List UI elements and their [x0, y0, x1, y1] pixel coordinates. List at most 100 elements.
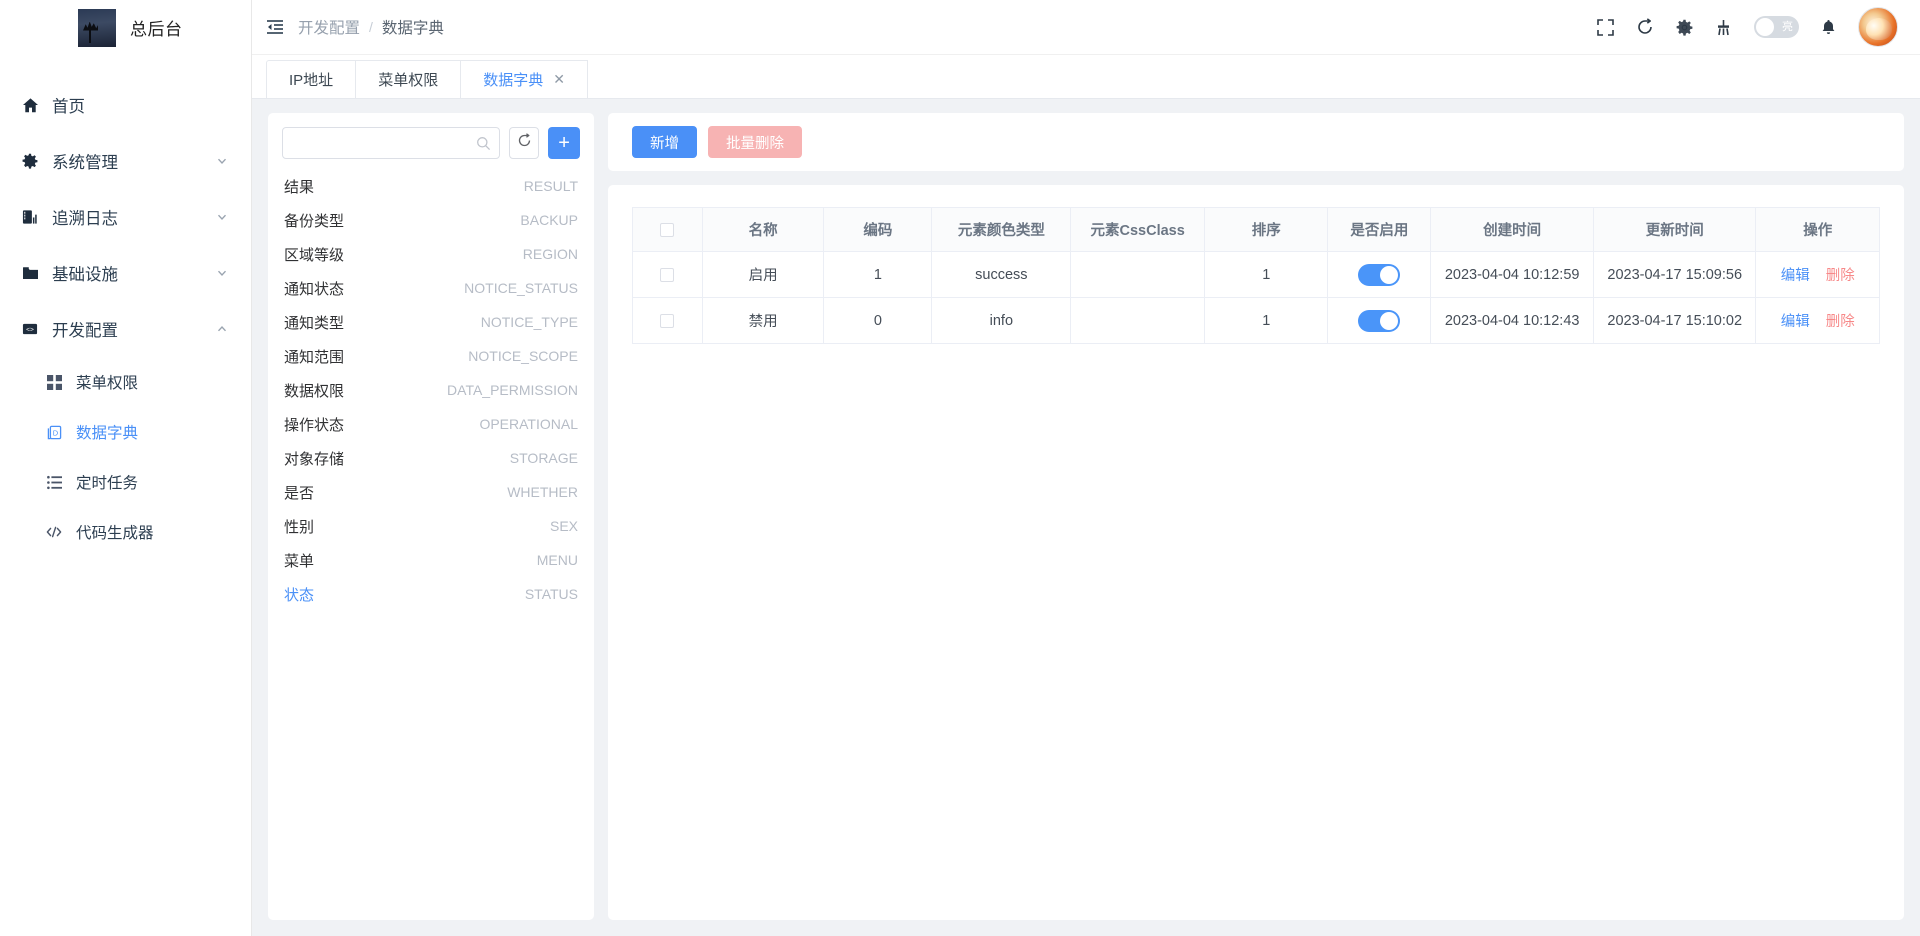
enabled-toggle[interactable] — [1358, 263, 1401, 286]
search-input[interactable] — [295, 135, 476, 151]
dictionary-list-item[interactable]: 结果 RESULT — [282, 169, 580, 203]
code-config-icon: <> — [20, 321, 40, 337]
sidebar-item-6[interactable]: D 数据字典 — [0, 407, 251, 457]
delete-link[interactable]: 删除 — [1826, 264, 1855, 285]
log-book-icon — [20, 209, 40, 225]
dictionary-list-item[interactable]: 数据权限 DATA_PERMISSION — [282, 373, 580, 407]
tab-label: 数据字典 — [483, 72, 544, 89]
cell-enabled[interactable] — [1327, 297, 1432, 344]
app-logo-image — [78, 8, 116, 47]
code-slash-icon — [44, 525, 64, 539]
svg-text:D: D — [52, 428, 58, 437]
gear-icon[interactable] — [1676, 19, 1693, 36]
theme-toggle-label: 亮 — [1782, 21, 1793, 33]
cell-actions: 编辑 删除 — [1755, 297, 1880, 344]
sidebar-item-3[interactable]: 基础设施 — [0, 245, 251, 301]
dictionary-item-name: 通知范围 — [284, 348, 345, 366]
dictionary-list-item[interactable]: 性别 SEX — [282, 509, 580, 543]
dictionary-add-button[interactable]: + — [548, 127, 580, 159]
data-table-card: 名称 编码 元素颜色类型 元素CssClass 排序 是否启用 创建时间 更新时间 操作 启用 1… — [608, 185, 1904, 920]
dictionary-list-item[interactable]: 通知状态 NOTICE_STATUS — [282, 271, 580, 305]
breadcrumb-item-1[interactable]: 数据字典 — [382, 16, 444, 38]
dictionary-item-code: SEX — [549, 518, 578, 534]
add-button[interactable]: 新增 — [632, 126, 697, 158]
table-header-cell: 更新时间 — [1592, 207, 1757, 252]
sidebar-item-1[interactable]: 系统管理 — [0, 133, 251, 189]
table-header-row: 名称 编码 元素颜色类型 元素CssClass 排序 是否启用 创建时间 更新时间 操作 — [632, 207, 1880, 252]
chevron-down-icon[interactable] — [215, 210, 229, 224]
dictionary-item-code: NOTICE_TYPE — [480, 314, 578, 330]
top-bar: 开发配置 / 数据字典 亮 — [252, 0, 1920, 55]
dictionary-item-name: 性别 — [284, 518, 315, 536]
fullscreen-icon[interactable] — [1597, 18, 1614, 36]
dictionary-list-item[interactable]: 操作状态 OPERATIONAL — [282, 407, 580, 441]
edit-link[interactable]: 编辑 — [1781, 264, 1810, 285]
table-header-cell: 是否启用 — [1327, 207, 1432, 252]
table-row: 启用 1 success 1 2023-04-04 10:12:59 2023-04-17… — [632, 251, 1880, 298]
row-checkbox-cell[interactable] — [632, 251, 703, 298]
edit-link[interactable]: 编辑 — [1781, 310, 1810, 331]
plus-icon: + — [558, 132, 570, 154]
table-header-cell: 操作 — [1755, 207, 1880, 252]
brand-logo[interactable]: 总后台 — [0, 0, 251, 55]
sidebar-item-label: 数据字典 — [76, 425, 139, 442]
tab-1[interactable]: 菜单权限 — [355, 60, 462, 98]
cell-color-type: success — [931, 251, 1072, 298]
table-body: 启用 1 success 1 2023-04-04 10:12:59 2023-04-17… — [632, 251, 1880, 344]
dictionary-list-item[interactable]: 对象存储 STORAGE — [282, 441, 580, 475]
cell-actions: 编辑 删除 — [1755, 251, 1880, 298]
dictionary-list-item[interactable]: 是否 WHETHER — [282, 475, 580, 509]
sidebar-item-label: 定时任务 — [76, 475, 139, 492]
dictionary-item-name: 通知状态 — [284, 280, 345, 298]
dictionary-item-code: MENU — [536, 552, 578, 568]
user-avatar[interactable] — [1858, 7, 1898, 47]
sidebar-item-8[interactable]: 代码生成器 — [0, 507, 251, 557]
dictionary-list-item[interactable]: 备份类型 BACKUP — [282, 203, 580, 237]
dictionary-item-name: 通知类型 — [284, 314, 345, 332]
breadcrumb-item-0[interactable]: 开发配置 — [298, 16, 360, 38]
close-icon[interactable]: ✕ — [553, 71, 565, 88]
tab-0[interactable]: IP地址 — [266, 60, 357, 98]
chevron-down-icon[interactable] — [215, 154, 229, 168]
row-checkbox[interactable] — [660, 313, 675, 328]
select-all-checkbox[interactable] — [660, 222, 675, 237]
dictionary-item-code: OPERATIONAL — [479, 416, 578, 432]
chevron-down-icon[interactable] — [215, 266, 229, 280]
dictionary-list-item[interactable]: 状态 STATUS — [282, 577, 580, 611]
batch-delete-button[interactable]: 批量删除 — [708, 126, 802, 158]
row-checkbox[interactable] — [660, 267, 675, 282]
dictionary-search-field[interactable] — [282, 127, 500, 159]
sidebar-item-label: 首页 — [52, 98, 85, 116]
enabled-toggle[interactable] — [1358, 309, 1401, 332]
sidebar-item-2[interactable]: 追溯日志 — [0, 189, 251, 245]
table-header-cell: 排序 — [1204, 207, 1329, 252]
chevron-up-icon[interactable] — [215, 322, 229, 336]
bell-icon[interactable] — [1821, 19, 1836, 36]
dictionary-list-item[interactable]: 菜单 MENU — [282, 543, 580, 577]
refresh-icon[interactable] — [1636, 18, 1654, 36]
cell-name: 禁用 — [701, 297, 825, 344]
sidebar-item-0[interactable]: 首页 — [0, 77, 251, 133]
tab-2[interactable]: 数据字典 ✕ — [460, 60, 588, 98]
sidebar-item-7[interactable]: 定时任务 — [0, 457, 251, 507]
select-all-checkbox-cell[interactable] — [632, 207, 703, 252]
menu-fold-icon[interactable] — [252, 0, 298, 55]
sidebar-item-label: 系统管理 — [52, 154, 118, 172]
toggle-knob — [1380, 265, 1399, 284]
dictionary-refresh-button[interactable] — [509, 127, 540, 159]
dictionary-list-item[interactable]: 区域等级 REGION — [282, 237, 580, 271]
dictionary-item-code: RESULT — [523, 178, 578, 194]
toggle-knob — [1380, 311, 1399, 330]
sidebar-item-4[interactable]: <> 开发配置 — [0, 301, 251, 357]
row-checkbox-cell[interactable] — [632, 297, 703, 344]
cell-created-at: 2023-04-04 10:12:43 — [1430, 297, 1594, 344]
dictionary-list-item[interactable]: 通知类型 NOTICE_TYPE — [282, 305, 580, 339]
dictionary-item-code: BACKUP — [520, 212, 578, 228]
cell-enabled[interactable] — [1327, 251, 1432, 298]
cell-sort: 1 — [1204, 297, 1329, 344]
dictionary-list-item[interactable]: 通知范围 NOTICE_SCOPE — [282, 339, 580, 373]
theme-toggle[interactable]: 亮 — [1754, 16, 1799, 38]
sidebar-item-5[interactable]: 菜单权限 — [0, 357, 251, 407]
broom-icon[interactable] — [1715, 19, 1732, 36]
delete-link[interactable]: 删除 — [1826, 310, 1855, 331]
